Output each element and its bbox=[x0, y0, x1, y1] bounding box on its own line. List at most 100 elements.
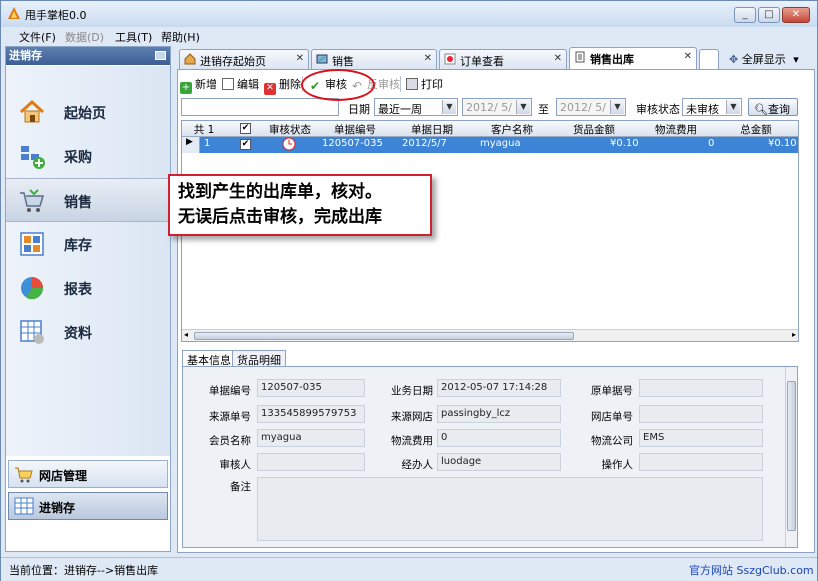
menu-data[interactable]: 数据(D) bbox=[65, 29, 104, 45]
tab-new-blank[interactable] bbox=[699, 49, 719, 69]
print-button[interactable]: 打印 bbox=[406, 76, 443, 92]
logistics-company-field[interactable]: EMS bbox=[639, 429, 763, 447]
menu-tools[interactable]: 工具(T) bbox=[115, 29, 152, 45]
remark-label: 备注 bbox=[230, 481, 251, 493]
date-range-value: 最近一周 bbox=[378, 103, 422, 116]
scroll-thumb[interactable] bbox=[787, 381, 796, 531]
tab-goods-detail[interactable]: 货品明细 bbox=[232, 350, 286, 367]
nav-item-inventory[interactable]: 库存 bbox=[6, 222, 170, 266]
tab-label: 销售 bbox=[332, 55, 354, 68]
new-button[interactable]: + 新增 bbox=[180, 76, 217, 94]
date-to-picker[interactable]: 2012/ 5/ 7 ▼ bbox=[556, 98, 626, 116]
edit-button[interactable]: 编辑 bbox=[222, 76, 259, 92]
search-input[interactable] bbox=[181, 98, 339, 116]
menu-bar: 文件(F) 数据(D) 工具(T) 帮助(H) bbox=[1, 27, 817, 45]
nav-item-sales[interactable]: 销售 bbox=[6, 178, 170, 222]
nav-label: 起始页 bbox=[64, 106, 106, 122]
tab-label: 进销存起始页 bbox=[200, 55, 266, 68]
status-filter-select[interactable]: 未审核 ▼ bbox=[682, 98, 742, 116]
cell-doc-no: 120507-035 bbox=[322, 138, 383, 149]
app-logo-icon bbox=[8, 7, 20, 19]
purchase-icon bbox=[21, 146, 45, 169]
cell-customer: myagua bbox=[480, 138, 521, 149]
grid-header: 共 1 ✔ 审核状态 单据编号 单据日期 客户名称 货品金额 物流费用 总金额 bbox=[182, 121, 798, 137]
nav-item-home[interactable]: 起始页 bbox=[6, 90, 170, 134]
cell-total: ¥0.10 bbox=[768, 138, 797, 149]
remark-field[interactable] bbox=[257, 477, 763, 541]
nav-item-report[interactable]: 报表 bbox=[6, 266, 170, 310]
close-icon[interactable]: ✕ bbox=[684, 51, 692, 62]
tab-order-view[interactable]: 订单查看 ✕ bbox=[439, 49, 567, 69]
bottom-item-jxc[interactable]: 进销存 bbox=[8, 492, 168, 520]
home-icon bbox=[19, 99, 45, 123]
vertical-scrollbar[interactable] bbox=[785, 367, 797, 547]
shop-no-field[interactable] bbox=[639, 405, 763, 423]
query-button[interactable]: 🔍︎查询 bbox=[748, 98, 798, 116]
status-filter-value: 未审核 bbox=[686, 103, 719, 116]
biz-date-field[interactable]: 2012-05-07 17:14:28 bbox=[437, 379, 561, 397]
table-row[interactable]: ▶ 1 ✔ 120507-035 2012/5/7 myagua ¥0.10 0… bbox=[182, 137, 798, 153]
instruction-callout: 找到产生的出库单，核对。 无误后点击审核，完成出库 bbox=[168, 174, 432, 236]
menu-file[interactable]: 文件(F) bbox=[19, 29, 56, 45]
menu-help[interactable]: 帮助(H) bbox=[161, 29, 200, 45]
member-field[interactable]: myagua bbox=[257, 429, 365, 447]
scroll-right-icon[interactable]: ▸ bbox=[792, 330, 796, 339]
tab-sales[interactable]: 销售 ✕ bbox=[311, 49, 437, 69]
col-goods-amount[interactable]: 货品金额 bbox=[554, 122, 634, 137]
col-count: 共 1 bbox=[193, 124, 215, 136]
tab-sales-outbound[interactable]: 销售出库 ✕ bbox=[569, 47, 697, 69]
date-label: 日期 bbox=[348, 103, 370, 116]
tab-label: 订单查看 bbox=[460, 55, 504, 68]
filter-bar: 日期 最近一周 ▼ 2012/ 5/ 1 ▼ 至 2012/ 5/ 7 ▼ 审核… bbox=[178, 97, 814, 119]
horizontal-scrollbar[interactable]: ◂ ▸ bbox=[182, 329, 798, 341]
source-shop-field[interactable]: passingby_lcz bbox=[437, 405, 561, 423]
official-site-link[interactable]: 官方网站 SszgClub.com bbox=[689, 562, 814, 578]
orig-doc-field[interactable] bbox=[639, 379, 763, 397]
cart-icon bbox=[20, 189, 45, 212]
scroll-left-icon[interactable]: ◂ bbox=[184, 330, 188, 339]
row-checkbox[interactable]: ✔ bbox=[240, 139, 251, 150]
nav-item-data[interactable]: 资料 bbox=[6, 310, 170, 354]
auditor-field[interactable] bbox=[257, 453, 365, 471]
select-all-checkbox[interactable]: ✔ bbox=[240, 123, 251, 134]
close-icon[interactable]: ✕ bbox=[424, 53, 432, 64]
close-button[interactable]: ✕ bbox=[782, 7, 810, 23]
source-no-field[interactable]: 133545899579753 bbox=[257, 405, 365, 423]
app-window: 甩手掌柜0.0 _ □ ✕ 文件(F) 数据(D) 工具(T) 帮助(H) 进销… bbox=[0, 0, 818, 581]
source-no-label: 来源单号 bbox=[209, 411, 251, 423]
operator-field[interactable] bbox=[639, 453, 763, 471]
fullscreen-toggle[interactable]: ✥ 全屏显示 ▾ bbox=[729, 51, 799, 67]
logistics-fee-field[interactable]: 0 bbox=[437, 429, 561, 447]
scroll-thumb[interactable] bbox=[194, 332, 574, 340]
col-customer[interactable]: 客户名称 bbox=[472, 122, 552, 137]
delete-button[interactable]: ✕ 删除 bbox=[264, 76, 301, 95]
col-doc-no[interactable]: 单据编号 bbox=[320, 122, 390, 137]
current-location: 当前位置：进销存-->销售出库 bbox=[9, 564, 159, 577]
col-logistics[interactable]: 物流费用 bbox=[636, 122, 716, 137]
col-doc-date[interactable]: 单据日期 bbox=[392, 122, 472, 137]
date-range-select[interactable]: 最近一周 ▼ bbox=[374, 98, 458, 116]
callout-line-1: 找到产生的出库单，核对。 bbox=[178, 182, 382, 202]
bottom-item-shop[interactable]: 网店管理 bbox=[8, 460, 168, 488]
chevron-down-icon: ▼ bbox=[726, 100, 740, 114]
shop-no-label: 网店单号 bbox=[591, 411, 633, 423]
auditor-label: 审核人 bbox=[219, 459, 252, 471]
col-audit-status[interactable]: 审核状态 bbox=[260, 122, 320, 137]
maximize-button[interactable]: □ bbox=[758, 7, 780, 23]
minimize-button[interactable]: _ bbox=[734, 7, 756, 23]
close-icon[interactable]: ✕ bbox=[296, 53, 304, 64]
doc-no-field[interactable]: 120507-035 bbox=[257, 379, 365, 397]
date-from-picker[interactable]: 2012/ 5/ 1 ▼ bbox=[462, 98, 532, 116]
tab-start-page[interactable]: 进销存起始页 ✕ bbox=[179, 49, 309, 69]
tab-basic-info[interactable]: 基本信息 bbox=[182, 350, 236, 367]
tab-strip: 进销存起始页 ✕ 销售 ✕ 订单查看 ✕ 销售出库 ✕ bbox=[177, 47, 815, 69]
handler-field[interactable]: luodage bbox=[437, 453, 561, 471]
nav-label: 采购 bbox=[64, 150, 92, 166]
nav-item-purchase[interactable]: 采购 bbox=[6, 134, 170, 178]
pin-icon[interactable] bbox=[155, 51, 166, 60]
date-from-value: 2012/ 5/ 1 bbox=[466, 101, 523, 114]
chevron-down-icon: ▼ bbox=[442, 100, 456, 114]
status-filter-label: 审核状态 bbox=[636, 103, 680, 116]
close-icon[interactable]: ✕ bbox=[554, 53, 562, 64]
col-total[interactable]: 总金额 bbox=[716, 122, 796, 137]
